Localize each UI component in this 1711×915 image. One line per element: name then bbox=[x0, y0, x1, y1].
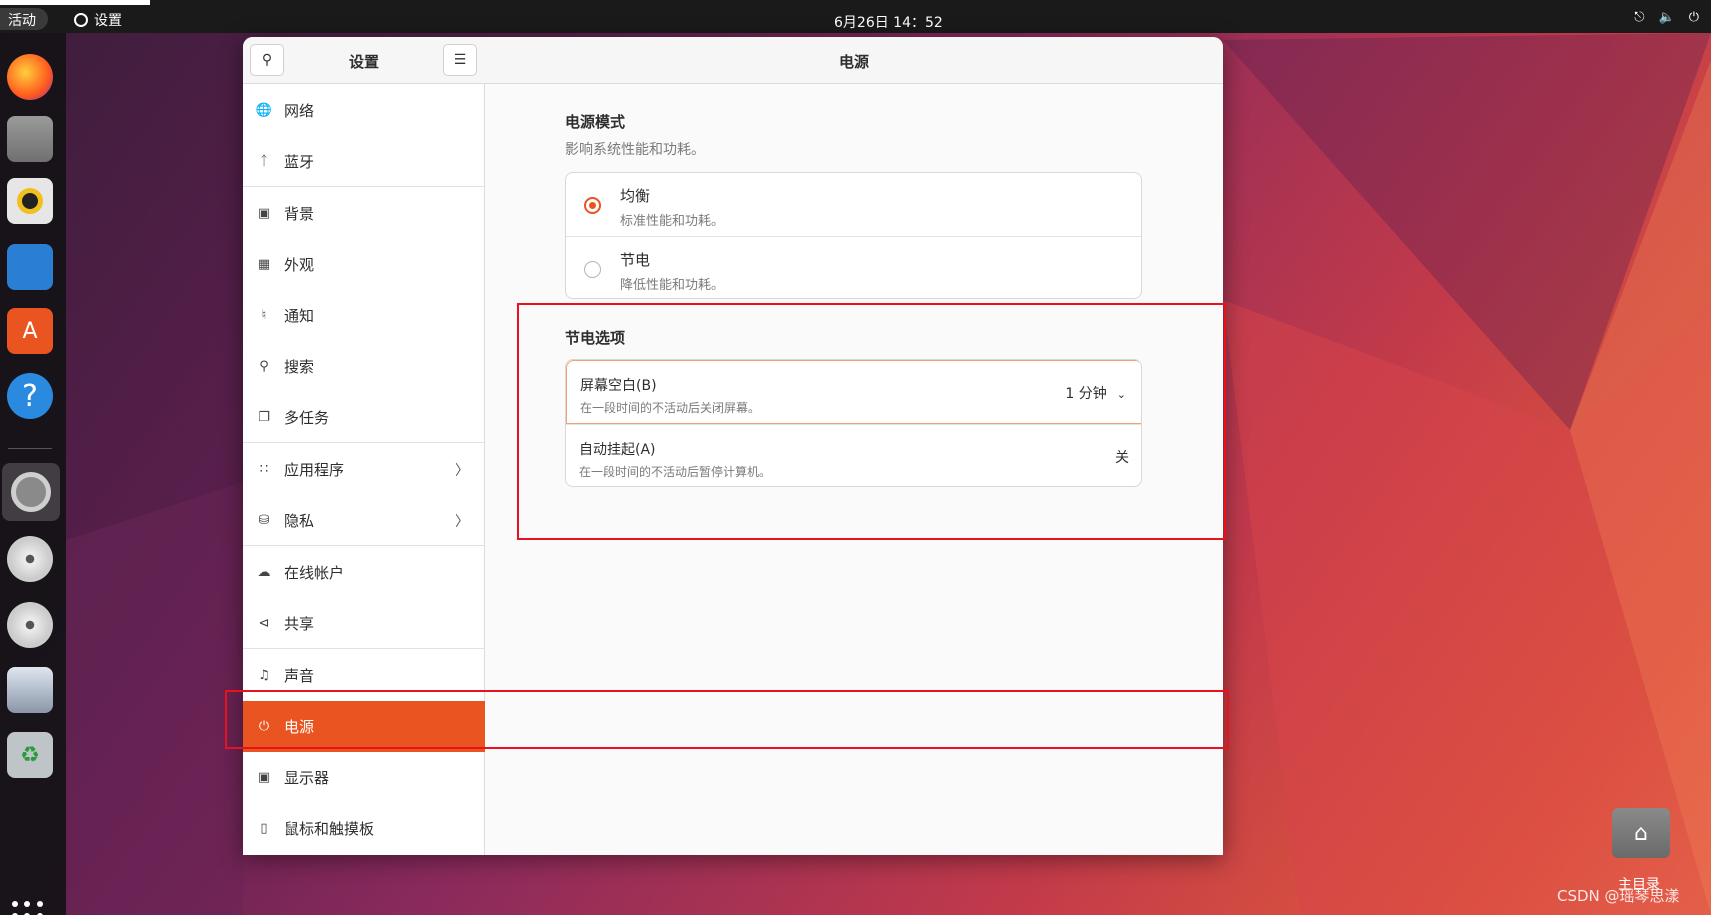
annotation-box-power-item bbox=[225, 690, 1229, 749]
gear-icon bbox=[74, 13, 88, 27]
menu-button[interactable]: ☰ bbox=[443, 44, 477, 76]
sidebar-item-mouse-touchpad[interactable]: ▯ 鼠标和触摸板 bbox=[243, 803, 485, 854]
dock-separator bbox=[8, 448, 52, 449]
save-icon[interactable] bbox=[7, 667, 53, 713]
sidebar-item-label: 多任务 bbox=[284, 409, 330, 427]
option-label: 均衡 bbox=[620, 187, 651, 205]
divider bbox=[243, 186, 485, 187]
firefox-icon[interactable] bbox=[7, 54, 53, 100]
app-menu[interactable]: 设置 bbox=[74, 10, 122, 30]
rhythmbox-icon[interactable] bbox=[7, 178, 53, 224]
search-icon: ⚲ bbox=[259, 359, 269, 374]
sidebar-item-label: 蓝牙 bbox=[284, 153, 315, 171]
share-icon: ⊲ bbox=[258, 616, 270, 631]
option-desc: 降低性能和功耗。 bbox=[620, 278, 725, 293]
sidebar-item-label: 在线帐户 bbox=[284, 564, 345, 582]
music-icon: ♫ bbox=[258, 668, 270, 683]
sidebar-item-search[interactable]: ⚲ 搜索 bbox=[243, 341, 485, 392]
sidebar-item-label: 显示器 bbox=[284, 769, 330, 787]
page-title: 电源 bbox=[838, 53, 869, 71]
bell-icon: ♮ bbox=[261, 308, 267, 323]
globe-icon: 🌐 bbox=[255, 103, 273, 118]
sidebar-item-privacy[interactable]: ⛁ 隐私 〉 bbox=[243, 495, 485, 546]
activities-button[interactable]: 活动 bbox=[0, 8, 48, 30]
disc-icon-2[interactable] bbox=[7, 602, 53, 648]
annotation-box-power-saving bbox=[517, 303, 1226, 540]
app-center-icon[interactable]: A bbox=[7, 308, 53, 354]
sidebar-item-label: 通知 bbox=[284, 307, 315, 325]
hamburger-icon: ☰ bbox=[453, 52, 467, 68]
option-label: 节电 bbox=[620, 251, 651, 269]
sidebar-item-sharing[interactable]: ⊲ 共享 bbox=[243, 598, 485, 649]
disc-icon[interactable] bbox=[7, 536, 53, 582]
content-header: 电源 – □ ✕ bbox=[485, 37, 1223, 84]
sidebar-item-label: 应用程序 bbox=[284, 461, 345, 479]
multitask-icon: ❐ bbox=[258, 410, 270, 425]
app-menu-label: 设置 bbox=[94, 13, 122, 29]
mouse-icon: ▯ bbox=[260, 821, 268, 836]
libreoffice-writer-icon[interactable] bbox=[7, 244, 53, 290]
radio-unselected[interactable] bbox=[584, 261, 601, 278]
chevron-right-icon: 〉 bbox=[455, 514, 469, 530]
cloud-icon: ☁ bbox=[257, 565, 271, 580]
network-icon[interactable]: ⎋ bbox=[1634, 10, 1644, 25]
power-icon[interactable]: ⏻ bbox=[1689, 10, 1699, 25]
show-apps-icon[interactable] bbox=[12, 901, 44, 915]
sidebar-item-notifications[interactable]: ♮ 通知 bbox=[243, 290, 485, 341]
appearance-icon: ▦ bbox=[257, 257, 271, 272]
sidebar-item-label: 隐私 bbox=[284, 512, 315, 530]
power-mode-card: 均衡 标准性能和功耗。 节电 降低性能和功耗。 bbox=[565, 172, 1142, 299]
watermark: CSDN @瑶琴思漾 bbox=[1557, 887, 1680, 905]
top-bar: 活动 设置 6月26日 14：52 ⎋ 🔈 ⏻ bbox=[0, 0, 1711, 33]
dock: A ? ♻ bbox=[0, 33, 66, 915]
sidebar-header: ⚲ 设置 ☰ bbox=[243, 37, 485, 84]
apps-grid-icon: ∷ bbox=[259, 462, 269, 477]
sidebar-item-network[interactable]: 🌐 网络 bbox=[243, 85, 485, 136]
divider bbox=[243, 442, 485, 443]
files-icon[interactable] bbox=[7, 116, 53, 162]
sidebar-item-label: 声音 bbox=[284, 667, 315, 685]
lock-icon: ⛁ bbox=[258, 513, 270, 528]
home-folder-icon[interactable]: ⌂ bbox=[1612, 808, 1670, 858]
sidebar-item-label: 外观 bbox=[284, 256, 315, 274]
power-mode-option-power-saver[interactable]: 节电 降低性能和功耗。 bbox=[566, 237, 1141, 298]
trash-icon[interactable]: ♻ bbox=[7, 732, 53, 778]
divider bbox=[243, 545, 485, 546]
sidebar-item-multitasking[interactable]: ❐ 多任务 bbox=[243, 392, 485, 443]
sidebar-item-background[interactable]: ▣ 背景 bbox=[243, 188, 485, 239]
power-mode-subtitle: 影响系统性能和功耗。 bbox=[565, 142, 705, 158]
settings-icon[interactable] bbox=[2, 463, 60, 521]
system-tray[interactable]: ⎋ 🔈 ⏻ bbox=[1634, 10, 1699, 25]
top-edge bbox=[0, 0, 150, 5]
volume-icon[interactable]: 🔈 bbox=[1659, 10, 1675, 25]
sidebar-item-label: 共享 bbox=[284, 615, 315, 633]
display-icon: ▣ bbox=[257, 770, 271, 785]
sidebar-item-displays[interactable]: ▣ 显示器 bbox=[243, 752, 485, 803]
power-mode-option-balanced[interactable]: 均衡 标准性能和功耗。 bbox=[566, 173, 1141, 235]
sidebar-item-applications[interactable]: ∷ 应用程序 〉 bbox=[243, 444, 485, 495]
sidebar-item-appearance[interactable]: ▦ 外观 bbox=[243, 239, 485, 290]
monitor-icon: ▣ bbox=[257, 206, 271, 221]
sidebar-item-label: 鼠标和触摸板 bbox=[284, 820, 375, 838]
divider bbox=[243, 648, 485, 649]
radio-selected[interactable] bbox=[584, 197, 601, 214]
help-icon[interactable]: ? bbox=[7, 373, 53, 419]
sidebar-item-label: 网络 bbox=[284, 102, 315, 120]
sidebar-item-bluetooth[interactable]: ᛏ 蓝牙 bbox=[243, 136, 485, 187]
power-mode-title: 电源模式 bbox=[565, 113, 626, 131]
bluetooth-icon: ᛏ bbox=[260, 154, 268, 169]
option-desc: 标准性能和功耗。 bbox=[620, 214, 725, 229]
clock[interactable]: 6月26日 14：52 bbox=[834, 12, 943, 32]
sidebar-item-online-accounts[interactable]: ☁ 在线帐户 bbox=[243, 547, 485, 598]
chevron-right-icon: 〉 bbox=[455, 463, 469, 479]
sidebar-item-label: 背景 bbox=[284, 205, 315, 223]
sidebar-item-label: 搜索 bbox=[284, 358, 315, 376]
